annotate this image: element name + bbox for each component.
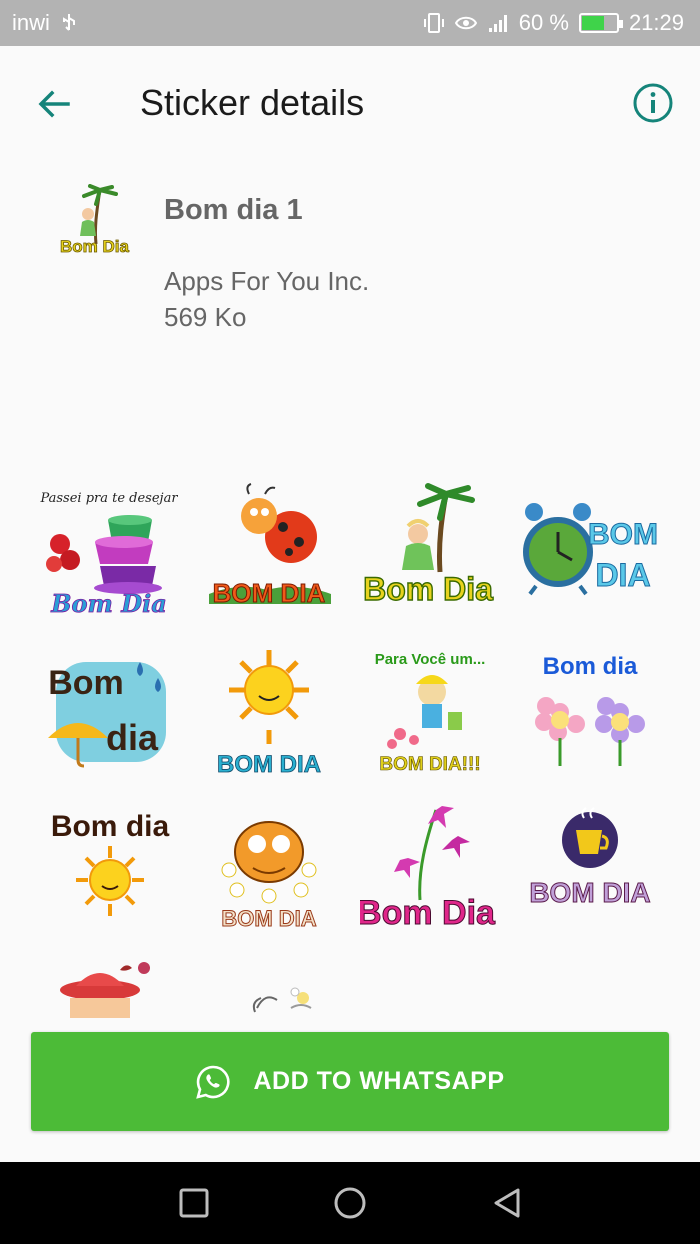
svg-text:Passei pra te desejar: Passei pra te desejar <box>40 491 178 506</box>
sticker-item[interactable]: Bom Dia <box>357 800 498 938</box>
usb-icon <box>62 14 75 31</box>
sticker-umbrella-rain: Bom dia <box>48 662 166 768</box>
svg-text:DIA: DIA <box>595 557 650 593</box>
svg-text:BOM: BOM <box>588 518 658 551</box>
pack-info: Bom Dia Bom dia 1 Apps For You Inc. 569 … <box>0 184 700 344</box>
sticker-item[interactable]: BOM DIA <box>520 800 658 938</box>
sticker-clock: BOM DIA <box>523 503 659 596</box>
arrow-left-icon[interactable] <box>32 82 76 126</box>
clock: 21:29 <box>628 10 684 35</box>
pack-size: 569 Ko <box>164 302 247 332</box>
add-to-whatsapp-button[interactable]: ADD TO WHATSAPP <box>31 1032 669 1131</box>
eye-icon <box>454 16 477 30</box>
back-triangle-icon[interactable] <box>490 1186 524 1220</box>
status-bar: inwi 60 % 21:29 <box>0 0 700 46</box>
sticker-garfield: BOM DIA <box>221 821 317 932</box>
system-nav-bar <box>0 1162 700 1244</box>
home-icon[interactable] <box>333 1186 367 1220</box>
pack-publisher: Apps For You Inc. <box>164 266 370 296</box>
sticker-item[interactable]: BOM DIA <box>520 482 659 620</box>
svg-text:Bom dia: Bom dia <box>543 653 638 680</box>
svg-text:Bom: Bom <box>48 664 124 702</box>
page-title: Sticker details <box>140 82 365 123</box>
svg-text:BOM DIA!!!: BOM DIA!!! <box>379 754 480 775</box>
battery-percent: 60 % <box>518 10 569 35</box>
sticker-item[interactable]: BOM DIA <box>199 642 337 780</box>
svg-text:Bom Dia: Bom Dia <box>50 589 167 618</box>
sticker-item[interactable]: Para Você um... BOM DIA!!! <box>360 642 498 780</box>
whatsapp-icon <box>196 1065 231 1099</box>
svg-text:Bom dia: Bom dia <box>51 810 170 843</box>
pack-tray-image: Bom Dia <box>60 184 130 256</box>
sticker-lilies: Bom Dia <box>357 806 497 933</box>
sticker-palm-girl: Bom Dia <box>362 483 494 608</box>
sticker-grid: Passei pra te desejar Bom Dia BOM DIA Bo… <box>30 482 670 1030</box>
sticker-item[interactable]: BOM DIA <box>199 482 337 620</box>
signal-icon <box>488 15 507 32</box>
svg-text:Bom Dia: Bom Dia <box>60 237 130 256</box>
svg-text:BOM DIA: BOM DIA <box>213 578 326 608</box>
svg-text:Bom Dia: Bom Dia <box>363 571 493 607</box>
sticker-item[interactable]: Bom dia <box>40 800 178 938</box>
svg-text:BOM DIA: BOM DIA <box>529 877 650 908</box>
vibrate-icon <box>423 13 444 33</box>
svg-text:BOM DIA: BOM DIA <box>217 751 321 778</box>
sticker-item[interactable]: Passei pra te desejar Bom Dia <box>39 482 178 620</box>
sticker-small-flowers <box>252 987 312 1013</box>
sticker-item[interactable]: Bom dia <box>520 642 658 780</box>
sticker-item[interactable] <box>199 960 337 1030</box>
svg-text:BOM DIA: BOM DIA <box>221 906 316 931</box>
sticker-sun: BOM DIA <box>217 650 321 778</box>
sticker-item[interactable] <box>40 960 178 1030</box>
battery-icon <box>578 13 623 33</box>
svg-text:Bom Dia: Bom Dia <box>360 894 496 932</box>
svg-text:Para Você um...: Para Você um... <box>375 651 486 668</box>
sticker-item[interactable]: Bom Dia <box>360 482 498 620</box>
info-icon[interactable] <box>632 82 674 124</box>
add-button-label: ADD TO WHATSAPP <box>253 1067 505 1095</box>
sticker-sun-text: Bom dia <box>51 810 170 916</box>
sticker-item[interactable]: Bom dia <box>40 642 178 780</box>
svg-text:dia: dia <box>106 717 159 758</box>
sticker-flowers: Bom dia <box>535 653 645 766</box>
sticker-cups-roses: Passei pra te desejar Bom Dia <box>39 491 178 618</box>
sticker-coffee: BOM DIA <box>529 807 651 909</box>
recents-icon[interactable] <box>177 1186 211 1220</box>
app-bar: Sticker details <box>0 46 700 158</box>
sticker-girl-flowers: Para Você um... BOM DIA!!! <box>375 651 486 775</box>
carrier-label: inwi <box>12 10 50 35</box>
sticker-ladybug: BOM DIA <box>209 483 331 609</box>
pack-name: Bom dia 1 <box>164 194 303 226</box>
sticker-item[interactable]: BOM DIA <box>199 800 337 938</box>
sticker-hat-cat <box>60 962 150 1018</box>
